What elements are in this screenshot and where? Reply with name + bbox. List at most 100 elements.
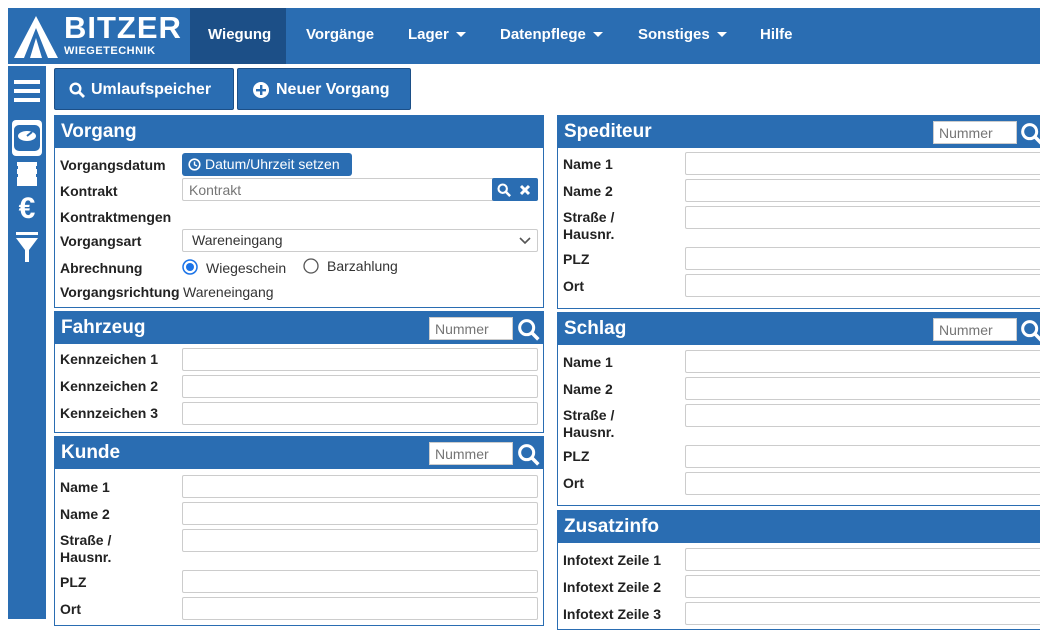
datum-uhrzeit-button[interactable]: Datum/Uhrzeit setzen [182,153,352,176]
neuer-vorgang-button[interactable]: Neuer Vorgang [237,68,411,110]
fahrzeug-panel: Fahrzeug Kennzeichen 1 Kennzeichen 2 Ken… [54,311,544,433]
spediteur-hausnr-label: Hausnr. [563,226,615,242]
euro-icon[interactable]: € [12,192,42,226]
kennzeichen-1-input[interactable] [182,348,538,371]
vorgangsrichtung-value: Wareneingang [183,284,274,300]
logo[interactable]: BITZER WIEGETECHNIK [8,8,188,64]
search-icon[interactable] [497,183,511,197]
kunde-ort-input[interactable] [182,597,538,620]
nav-label: Sonstiges [638,26,710,43]
schlag-strasse-input[interactable] [685,404,1040,427]
infotext-1-label: Infotext Zeile 1 [563,552,662,568]
kunde-panel: Kunde Name 1 Name 2 Straße / Hausnr. PLZ… [54,436,544,626]
kennzeichen-2-input[interactable] [182,375,538,398]
radio-wiegeschein[interactable] [182,259,198,275]
kennzeichen-1-label: Kennzeichen 1 [60,351,159,367]
schlag-name1-input[interactable] [685,350,1040,373]
caret-down-icon [455,32,466,37]
kunde-plz-input[interactable] [182,570,538,593]
kunde-name2-input[interactable] [182,502,538,525]
search-icon[interactable] [1018,120,1040,148]
spediteur-name2-label: Name 2 [563,183,613,199]
kontrakt-actions [492,178,538,201]
spediteur-nummer-input[interactable] [933,121,1017,144]
search-icon[interactable] [1018,317,1040,345]
scale-icon[interactable] [12,120,42,156]
infotext-3-input[interactable] [685,602,1040,625]
nav-label: Datenpflege [500,26,586,43]
abrechnung-label: Abrechnung [60,260,143,276]
kunde-ort-label: Ort [60,601,81,617]
radio-barzahlung-label: Barzahlung [327,258,398,274]
nav-wiegung[interactable]: Wiegung [190,8,286,64]
infotext-1-input[interactable] [685,548,1040,571]
spediteur-ort-input[interactable] [685,274,1040,297]
kontraktmengen-label: Kontraktmengen [60,209,172,225]
nav-hilfe[interactable]: Hilfe [742,8,811,64]
vorgangsart-label: Vorgangsart [60,233,142,249]
spediteur-name1-input[interactable] [685,152,1040,175]
spediteur-strasse-label: Straße / [563,209,615,225]
nav-datenpflege[interactable]: Datenpflege [482,8,621,64]
kennzeichen-3-label: Kennzeichen 3 [60,405,159,421]
brand-name: BITZER [64,10,182,45]
schlag-hausnr-label: Hausnr. [563,424,615,440]
schlag-strasse-label: Straße / [563,407,615,423]
kennzeichen-2-label: Kennzeichen 2 [60,378,159,394]
kennzeichen-3-input[interactable] [182,402,538,425]
infotext-2-input[interactable] [685,575,1040,598]
kunde-plz-label: PLZ [60,574,87,590]
kunde-strasse-input[interactable] [182,529,538,552]
nav-lager[interactable]: Lager [390,8,484,64]
clock-icon [188,158,201,171]
nav-vorgaenge[interactable]: Vorgänge [288,8,392,64]
infotext-3-label: Infotext Zeile 3 [563,606,662,622]
radio-wiegeschein-label: Wiegeschein [206,260,287,276]
zusatzinfo-panel: Zusatzinfo Infotext Zeile 1 Infotext Zei… [557,510,1040,630]
kunde-nummer-input[interactable] [429,442,513,465]
nav-label: Vorgänge [306,26,375,43]
nav-label: Hilfe [760,26,793,43]
umlaufspeicher-label: Umlaufspeicher [91,81,212,98]
kunde-name1-input[interactable] [182,475,538,498]
vorgangsdatum-label: Vorgangsdatum [60,157,166,173]
kunde-strasse-label: Straße / [60,532,112,548]
schlag-nummer-input[interactable] [933,318,1017,341]
schlag-panel: Schlag Name 1 Name 2 Straße / Hausnr. PL… [557,312,1040,506]
spediteur-strasse-input[interactable] [685,206,1040,229]
kunde-name1-label: Name 1 [60,479,110,495]
schlag-name2-input[interactable] [685,377,1040,400]
menu-icon[interactable] [12,76,42,106]
spediteur-name2-input[interactable] [685,179,1040,202]
umlaufspeicher-button[interactable]: Umlaufspeicher [54,68,234,110]
kunde-hausnr-label: Hausnr. [60,549,112,565]
spediteur-name1-label: Name 1 [563,156,613,172]
search-icon[interactable] [515,441,543,469]
fahrzeug-nummer-input[interactable] [429,317,513,340]
kontrakt-input[interactable] [182,178,494,201]
datum-button-label: Datum/Uhrzeit setzen [205,156,340,172]
receipt-icon[interactable] [12,160,42,188]
caret-down-icon [592,32,603,37]
sidebar: € [8,66,46,619]
schlag-ort-input[interactable] [685,472,1040,495]
filter-icon[interactable] [12,230,42,264]
close-icon[interactable] [519,184,531,196]
vorgangsart-select[interactable]: Wareneingang [182,229,538,252]
search-icon[interactable] [515,316,543,344]
kunde-name2-label: Name 2 [60,506,110,522]
neuer-vorgang-label: Neuer Vorgang [276,81,390,98]
spediteur-panel: Spediteur Name 1 Name 2 Straße / Hausnr.… [557,115,1040,309]
spediteur-plz-input[interactable] [685,247,1040,270]
spediteur-ort-label: Ort [563,278,584,294]
vorgangsrichtung-label: Vorgangsrichtung [60,284,180,300]
nav-sonstiges[interactable]: Sonstiges [620,8,745,64]
brand-subtitle: WIEGETECHNIK [64,45,156,57]
radio-barzahlung[interactable] [303,258,319,274]
schlag-plz-input[interactable] [685,445,1040,468]
spediteur-plz-label: PLZ [563,251,590,267]
plus-circle-icon [253,82,269,98]
schlag-name2-label: Name 2 [563,381,613,397]
chevron-down-icon [519,237,531,245]
caret-down-icon [716,32,727,37]
